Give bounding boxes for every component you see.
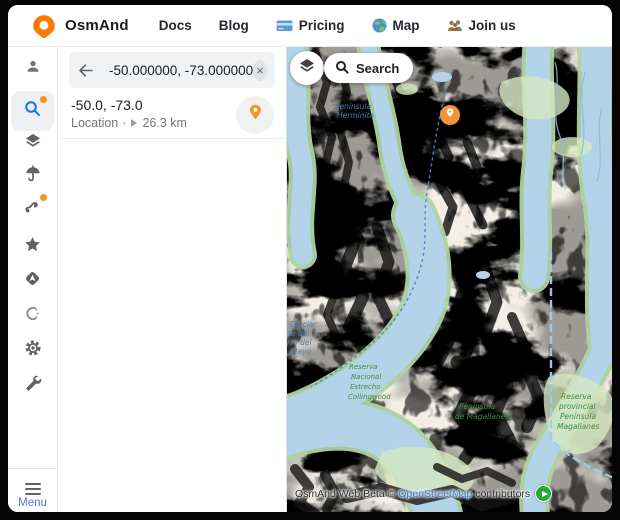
- result-separator: ·: [122, 116, 126, 130]
- nav-link-pricing[interactable]: Pricing: [276, 18, 345, 33]
- search-badge-dot: [40, 96, 47, 103]
- location-pin-icon: [246, 103, 265, 127]
- marker-pin-icon: [444, 106, 456, 124]
- favorites-icon: [23, 235, 42, 259]
- sidebar-item-weather[interactable]: [16, 159, 50, 193]
- top-navbar: OsmAnd Docs Blog Pricing: [8, 5, 612, 47]
- sidebar-item-tracker[interactable]: [16, 299, 50, 333]
- svg-text:Magallanes: Magallanes: [557, 422, 600, 431]
- navigation-icon: [23, 269, 42, 293]
- tracks-badge-dot: [40, 194, 47, 201]
- svg-text:Península: Península: [560, 412, 596, 421]
- settings-icon: [23, 338, 43, 363]
- osmand-logo[interactable]: OsmAnd: [32, 14, 129, 38]
- svg-text:Mayo: Mayo: [291, 347, 312, 356]
- map-canvas[interactable]: Península Herminita Glaciar te del rro d…: [287, 47, 612, 512]
- search-icon: [335, 60, 349, 77]
- svg-text:Nacional: Nacional: [351, 373, 381, 381]
- tools-icon: [23, 373, 42, 397]
- sidebar-item-search[interactable]: [16, 94, 50, 128]
- back-arrow-icon[interactable]: [77, 59, 94, 81]
- sidebar-item-tracks[interactable]: [16, 192, 50, 226]
- result-title: -50.0, -73.0: [71, 97, 143, 113]
- account-icon: [24, 58, 42, 81]
- svg-text:de Magallanes: de Magallanes: [455, 412, 509, 421]
- attribution-suffix: contributors: [472, 488, 530, 500]
- result-subtitle: Location · 26.3 km: [71, 116, 187, 130]
- result-distance: 26.3 km: [142, 116, 186, 130]
- map-label-peninsula-magallanes: Península: [459, 402, 495, 411]
- sidebar-item-settings[interactable]: [16, 333, 50, 367]
- openstreetmap-link[interactable]: OpenStreetMap: [398, 488, 472, 500]
- sidebar-item-favorites[interactable]: [16, 230, 50, 264]
- result-divider: [58, 138, 286, 139]
- content-area: Menu -50.000000, -73.000000 × -50.0, -73…: [8, 47, 612, 512]
- layers-icon: [24, 132, 42, 155]
- sidebar-divider: [8, 468, 57, 469]
- svg-text:rro del: rro del: [287, 338, 313, 347]
- search-query-value[interactable]: -50.000000, -73.000000: [109, 63, 253, 78]
- svg-text:Estrecho: Estrecho: [350, 383, 381, 391]
- map-label-reserva-estrecho: Reserva: [349, 363, 377, 371]
- nav-link-join-us[interactable]: Join us: [447, 18, 516, 33]
- svg-text:provincial: provincial: [558, 402, 597, 411]
- attribution-prefix: OsmAnd Web Beta ©: [295, 488, 398, 500]
- globe-icon: [372, 18, 387, 33]
- play-icon: [542, 491, 548, 497]
- map-layers-button[interactable]: [290, 51, 324, 85]
- app-window: OsmAnd Docs Blog Pricing: [8, 5, 612, 512]
- map-attribution: OsmAnd Web Beta © OpenStreetMap contribu…: [295, 485, 552, 502]
- svg-text:Collingwood: Collingwood: [348, 393, 391, 401]
- sidebar-item-account[interactable]: [16, 52, 50, 86]
- tracker-icon: [23, 304, 42, 328]
- nav-link-blog[interactable]: Blog: [219, 18, 249, 33]
- nav-link-map[interactable]: Map: [372, 18, 420, 33]
- svg-text:Herminita: Herminita: [337, 111, 375, 120]
- map-label-glaciar: Glaciar: [290, 320, 317, 329]
- search-bar: -50.000000, -73.000000 ×: [69, 52, 275, 88]
- sidebar-item-tools[interactable]: [16, 368, 50, 402]
- map-search-label: Search: [356, 61, 399, 76]
- layers-icon: [298, 57, 316, 80]
- map-label-peninsula-herminita: Península: [335, 102, 371, 111]
- brand-name: OsmAnd: [65, 17, 129, 34]
- result-category: Location: [71, 116, 118, 130]
- clear-search-button[interactable]: ×: [253, 60, 267, 81]
- sidebar-item-navigation[interactable]: [16, 264, 50, 298]
- play-button[interactable]: [535, 485, 552, 502]
- close-icon: ×: [256, 64, 264, 77]
- svg-text:te del: te del: [288, 329, 310, 338]
- result-pin-avatar: [236, 96, 274, 134]
- nav-link-docs[interactable]: Docs: [159, 18, 192, 33]
- search-result-item[interactable]: -50.0, -73.0 Location · 26.3 km: [58, 96, 286, 138]
- direction-arrow-icon: [131, 119, 137, 127]
- map-search-button[interactable]: Search: [324, 53, 413, 83]
- weather-icon: [24, 165, 42, 188]
- map-label-reserva-provincial: Reserva: [561, 392, 592, 401]
- map-location-marker[interactable]: [440, 105, 460, 125]
- tracks-icon: [23, 197, 42, 221]
- osmand-pin-icon: [32, 14, 56, 38]
- sidebar: Menu: [8, 47, 58, 512]
- join-us-icon: [447, 19, 463, 33]
- search-icon: [23, 99, 42, 123]
- search-panel: -50.000000, -73.000000 × -50.0, -73.0 Lo…: [58, 47, 287, 512]
- menu-label[interactable]: Menu: [8, 497, 57, 509]
- pricing-card-icon: [276, 18, 293, 33]
- sidebar-item-layers[interactable]: [16, 126, 50, 160]
